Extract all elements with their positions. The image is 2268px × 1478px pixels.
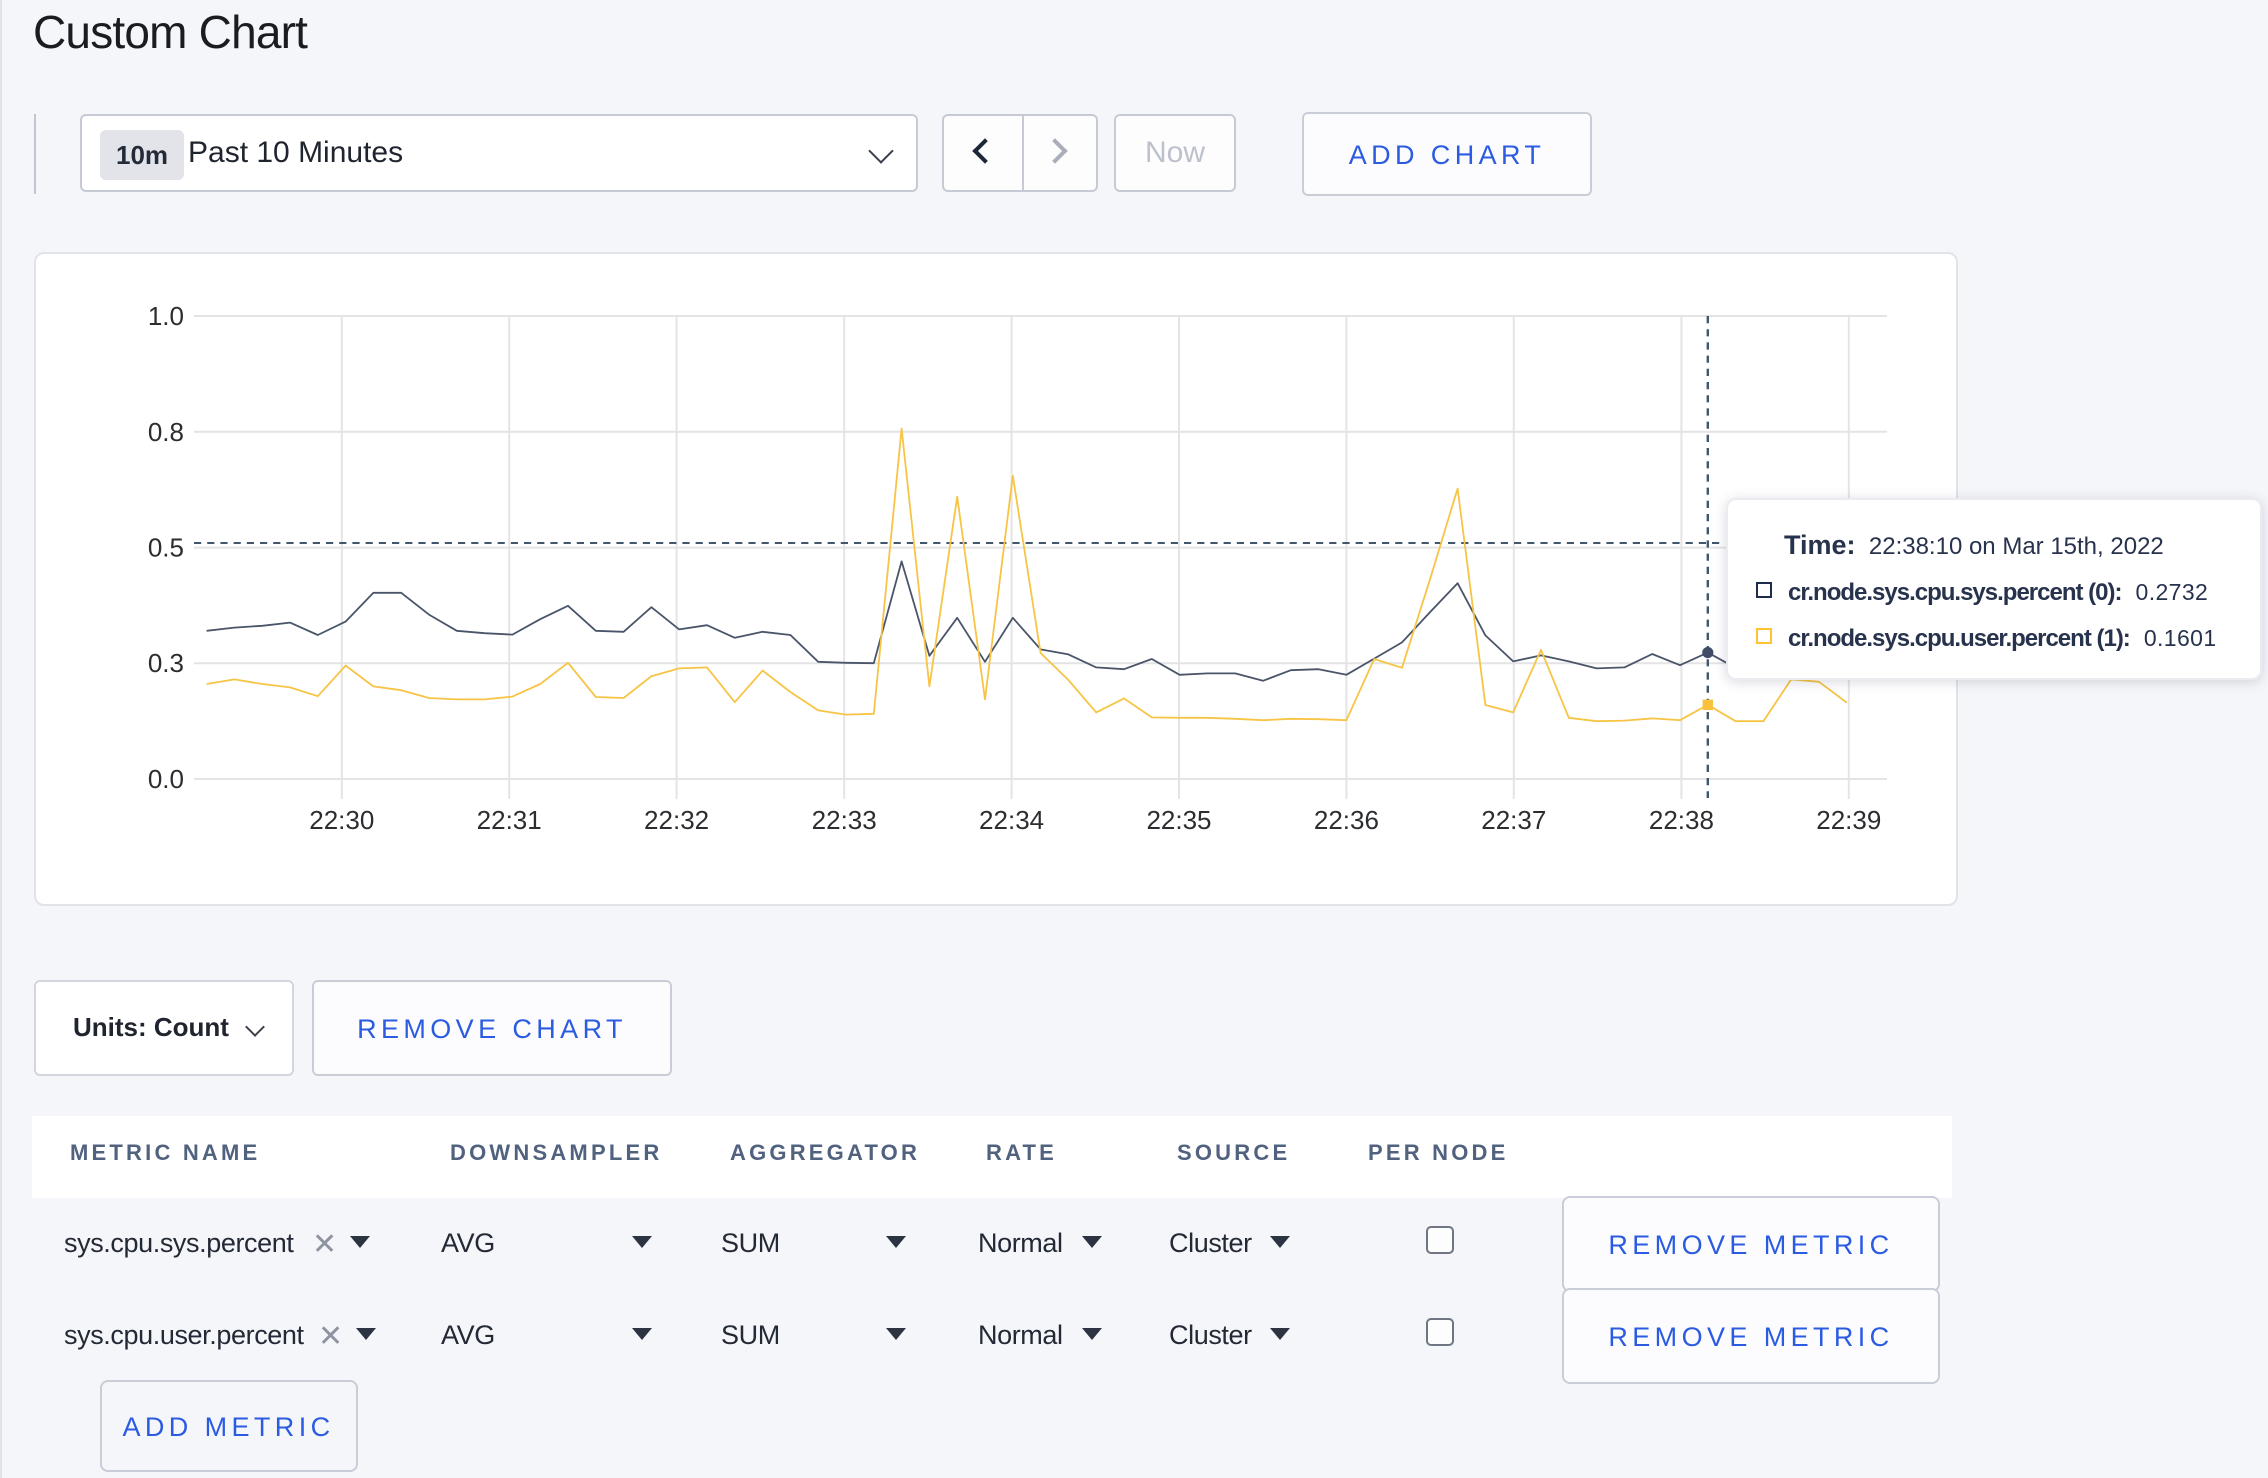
svg-text:0.5: 0.5 xyxy=(148,532,184,562)
svg-text:22:31: 22:31 xyxy=(477,805,542,835)
svg-text:0.8: 0.8 xyxy=(148,417,184,447)
svg-text:0.3: 0.3 xyxy=(148,648,184,678)
svg-text:22:33: 22:33 xyxy=(812,805,877,835)
svg-text:22:34: 22:34 xyxy=(979,805,1044,835)
svg-text:22:37: 22:37 xyxy=(1481,805,1546,835)
svg-text:1.0: 1.0 xyxy=(148,301,184,331)
svg-text:22:38: 22:38 xyxy=(1649,805,1714,835)
svg-text:0.0: 0.0 xyxy=(148,764,184,794)
svg-text:22:35: 22:35 xyxy=(1146,805,1211,835)
svg-text:22:36: 22:36 xyxy=(1314,805,1379,835)
svg-text:22:39: 22:39 xyxy=(1816,805,1881,835)
svg-text:22:32: 22:32 xyxy=(644,805,709,835)
svg-text:22:30: 22:30 xyxy=(309,805,374,835)
